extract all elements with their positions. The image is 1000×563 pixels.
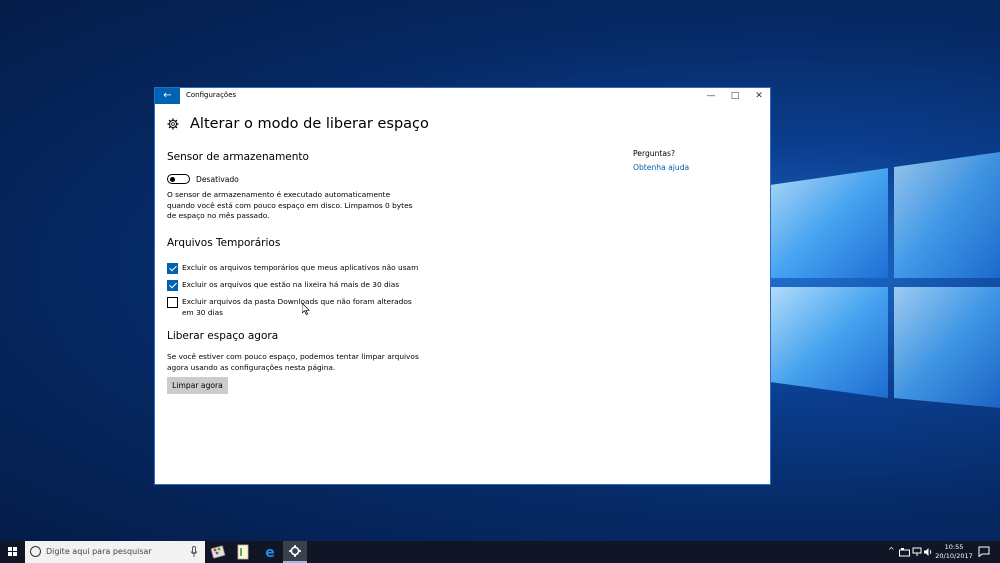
action-center-icon[interactable] [978,546,990,557]
taskbar: Digite aqui para pesquisar e ^ 10:55 20/… [0,541,1000,563]
free-now-heading: Liberar espaço agora [167,330,279,342]
storage-sense-heading: Sensor de armazenamento [167,151,309,163]
cortana-icon [30,546,41,557]
free-now-description: Se você estiver com pouco espaço, podemo… [167,352,419,372]
title-bar: ← Configurações — □ ✕ [155,88,770,104]
edge-browser-icon[interactable]: e [258,541,282,563]
clock-date: 20/10/2017 [935,552,973,560]
settings-app-icon[interactable] [283,541,307,563]
checkbox-delete-downloads-label: Excluir arquivos da pasta Downloads que … [182,297,412,317]
checkbox-delete-temp-files[interactable] [167,263,178,274]
checkbox-delete-recycle-bin-label: Excluir os arquivos que estão na lixeira… [182,280,400,289]
microphone-icon[interactable] [190,546,198,558]
page-title: Alterar o modo de liberar espaço [190,116,429,132]
window-title: Configurações [186,91,237,99]
taskbar-search-box[interactable]: Digite aqui para pesquisar [25,541,205,563]
storage-sense-description: O sensor de armazenamento é executado au… [167,190,413,220]
notepad-app-icon[interactable] [231,541,255,563]
clock-time: 10:55 [944,543,964,551]
close-button[interactable]: ✕ [747,88,771,104]
minimize-button[interactable]: — [699,88,723,104]
search-placeholder: Digite aqui para pesquisar [46,547,152,556]
mouse-cursor-icon [302,303,310,315]
volume-icon[interactable] [923,547,933,557]
arrow-left-icon: ← [163,90,172,101]
windows-start-icon[interactable] [0,541,25,563]
system-clock[interactable]: 10:55 20/10/2017 [934,543,974,561]
back-button[interactable]: ← [155,88,180,104]
get-help-link[interactable]: Obtenha ajuda [633,163,689,172]
svg-text:e: e [265,545,275,561]
storage-sense-toggle-label: Desativado [196,175,239,184]
checkbox-delete-downloads[interactable] [167,297,178,308]
settings-window: ← Configurações — □ ✕ Alterar o modo de … [154,87,771,485]
tray-chevron-icon[interactable]: ^ [888,546,895,555]
questions-label: Perguntas? [633,149,676,158]
people-icon[interactable] [899,547,910,557]
storage-sense-toggle[interactable] [167,174,190,184]
network-icon[interactable] [912,547,922,557]
clean-now-button[interactable]: Limpar agora [167,377,228,394]
windows-logo-wallpaper [770,152,1000,408]
checkbox-delete-temp-files-label: Excluir os arquivos temporários que meus… [182,263,419,272]
checkbox-delete-recycle-bin[interactable] [167,280,178,291]
gear-icon [167,118,179,130]
paint-app-icon[interactable] [206,541,230,563]
temp-files-heading: Arquivos Temporários [167,237,281,249]
maximize-button[interactable]: □ [723,88,747,104]
